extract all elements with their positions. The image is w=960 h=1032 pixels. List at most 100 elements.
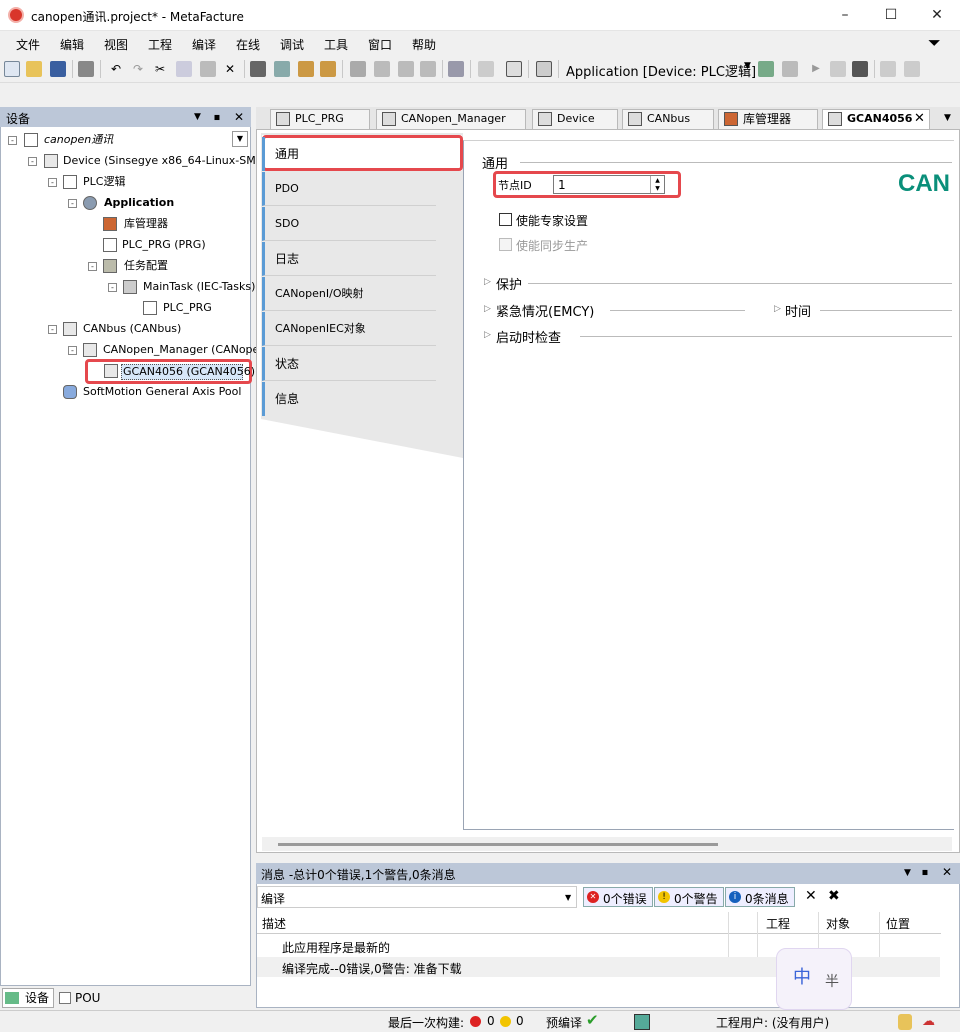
logout-icon[interactable] — [782, 61, 798, 77]
start-icon[interactable]: ▶ — [808, 61, 824, 77]
chevron-down-icon[interactable]: ▼ — [744, 61, 751, 71]
bookmark-next-icon[interactable] — [374, 61, 390, 77]
collapse-icon[interactable]: - — [108, 283, 117, 292]
nav-general[interactable]: 通用 — [262, 137, 436, 171]
tab-list-icon[interactable]: ▼ — [944, 113, 951, 123]
open-icon[interactable] — [26, 61, 42, 77]
tree-item-device[interactable]: Device (Sinsegye x86_64-Linux-SM-CN — [63, 153, 276, 169]
menu-tools[interactable]: 工具 — [324, 36, 348, 53]
clear-icon[interactable]: ✕ — [805, 888, 817, 904]
replace-icon[interactable] — [274, 61, 290, 77]
tab-library-manager[interactable]: 库管理器 — [718, 109, 818, 129]
tab-canbus[interactable]: CANbus — [622, 109, 714, 129]
section-boot-check[interactable]: 启动时检查 — [496, 327, 561, 346]
tree-item-plc-prg-call[interactable]: PLC_PRG — [163, 300, 212, 316]
undo-icon[interactable]: ↶ — [108, 61, 124, 77]
close-tab-icon[interactable]: ✕ — [914, 111, 925, 126]
menu-online[interactable]: 在线 — [236, 36, 260, 53]
panel-menu-icon[interactable]: ▼ — [904, 868, 911, 878]
application-select[interactable]: Application [Device: PLC逻辑] — [566, 61, 756, 80]
print-icon[interactable] — [78, 61, 94, 77]
pin-icon[interactable]: ⏹ — [214, 110, 220, 125]
save-icon[interactable] — [50, 61, 66, 77]
delete-icon[interactable]: ✕ — [222, 61, 238, 77]
tree-item-axis-pool[interactable]: SoftMotion General Axis Pool — [83, 384, 241, 400]
column-object[interactable]: 对象 — [826, 915, 850, 932]
expand-arrow-icon[interactable]: ▷ — [774, 304, 781, 314]
copy-icon[interactable] — [176, 61, 192, 77]
sync-checkbox[interactable] — [499, 238, 512, 251]
find-icon[interactable] — [250, 61, 266, 77]
cut-icon[interactable]: ✂ — [152, 61, 168, 77]
login-icon[interactable] — [758, 61, 774, 77]
shield-icon[interactable] — [898, 1014, 912, 1030]
section-time[interactable]: 时间 — [785, 301, 811, 320]
nav-status[interactable]: 状态 — [262, 347, 436, 381]
section-emcy[interactable]: 紧急情况(EMCY) — [496, 301, 594, 320]
tree-item-gcan4056[interactable]: GCAN4056 (GCAN4056) — [123, 364, 255, 380]
tree-item-maintask[interactable]: MainTask (IEC-Tasks) — [143, 279, 255, 295]
step-into-icon[interactable] — [880, 61, 896, 77]
column-project[interactable]: 工程 — [766, 915, 790, 932]
tree-item-plc-prg[interactable]: PLC_PRG (PRG) — [122, 237, 206, 253]
message-source-select[interactable]: 编译 ▼ — [257, 886, 577, 908]
tab-plc-prg[interactable]: PLC_PRG — [270, 109, 370, 129]
collapse-icon[interactable]: - — [68, 199, 77, 208]
expand-arrow-icon[interactable]: ▷ — [484, 330, 491, 340]
step-over-icon[interactable] — [904, 61, 920, 77]
menu-build[interactable]: 编译 — [192, 36, 216, 53]
tab-canopen-manager[interactable]: CANopen_Manager — [376, 109, 526, 129]
redo-icon[interactable]: ↷ — [130, 61, 146, 77]
tree-item-project[interactable]: canopen通讯 — [44, 132, 113, 148]
bookmark-prev-icon[interactable] — [398, 61, 414, 77]
minimize-button[interactable]: – — [822, 0, 868, 31]
expert-checkbox[interactable] — [499, 213, 512, 226]
collapse-icon[interactable]: - — [48, 325, 57, 334]
close-panel-icon[interactable]: ✕ — [942, 865, 952, 879]
cloud-icon[interactable]: ☁ — [922, 1014, 935, 1029]
node-id-stepper[interactable]: 1 ▲ ▼ — [553, 175, 665, 194]
tab-device[interactable]: Device — [532, 109, 618, 129]
stop-icon[interactable] — [830, 61, 846, 77]
clear-all-icon[interactable]: ✖ — [828, 888, 840, 904]
expand-arrow-icon[interactable]: ▷ — [484, 277, 491, 287]
paste-icon[interactable] — [200, 61, 216, 77]
find-prev-icon[interactable] — [320, 61, 336, 77]
tree-item-library-manager[interactable]: 库管理器 — [124, 216, 168, 232]
nav-log[interactable]: 日志 — [262, 242, 436, 276]
spin-down-icon[interactable]: ▼ — [650, 185, 664, 193]
scrollbar-thumb[interactable] — [278, 843, 718, 846]
reset-icon[interactable] — [852, 61, 868, 77]
menu-edit[interactable]: 编辑 — [60, 36, 84, 53]
horizontal-scrollbar[interactable] — [262, 837, 952, 851]
menu-window[interactable]: 窗口 — [368, 36, 392, 53]
nav-pdo[interactable]: PDO — [262, 172, 436, 206]
column-position[interactable]: 位置 — [886, 915, 910, 932]
tree-item-application[interactable]: Application — [104, 195, 174, 211]
menu-debug[interactable]: 调试 — [280, 36, 304, 53]
menu-project[interactable]: 工程 — [148, 36, 172, 53]
bookmark-icon[interactable] — [350, 61, 366, 77]
nav-sdo[interactable]: SDO — [262, 207, 436, 241]
device-status-icon[interactable] — [634, 1014, 650, 1030]
collapse-icon[interactable]: - — [28, 157, 37, 166]
section-protect[interactable]: 保护 — [496, 274, 522, 293]
collapse-icon[interactable]: - — [88, 262, 97, 271]
ime-widget[interactable]: 中 半 — [776, 948, 852, 1010]
column-description[interactable]: 描述 — [262, 915, 286, 932]
infos-filter-button[interactable]: i 0条消息 — [725, 887, 795, 907]
close-panel-icon[interactable]: ✕ — [234, 110, 244, 124]
tree-item-plc-logic[interactable]: PLC逻辑 — [83, 174, 125, 190]
find-next-icon[interactable] — [298, 61, 314, 77]
errors-filter-button[interactable]: ✕ 0个错误 — [583, 887, 653, 907]
spin-up-icon[interactable]: ▲ — [650, 176, 664, 185]
filter-icon[interactable]: ⏷ — [928, 33, 941, 53]
menu-view[interactable]: 视图 — [104, 36, 128, 53]
add-device-icon[interactable] — [478, 61, 494, 77]
collapse-icon[interactable]: - — [48, 178, 57, 187]
tree-item-canbus[interactable]: CANbus (CANbus) — [83, 321, 181, 337]
bookmark-clear-icon[interactable] — [420, 61, 436, 77]
close-button[interactable]: ✕ — [914, 0, 960, 31]
warnings-filter-button[interactable]: ! 0个警告 — [654, 887, 724, 907]
maximize-button[interactable]: ☐ — [868, 0, 914, 31]
